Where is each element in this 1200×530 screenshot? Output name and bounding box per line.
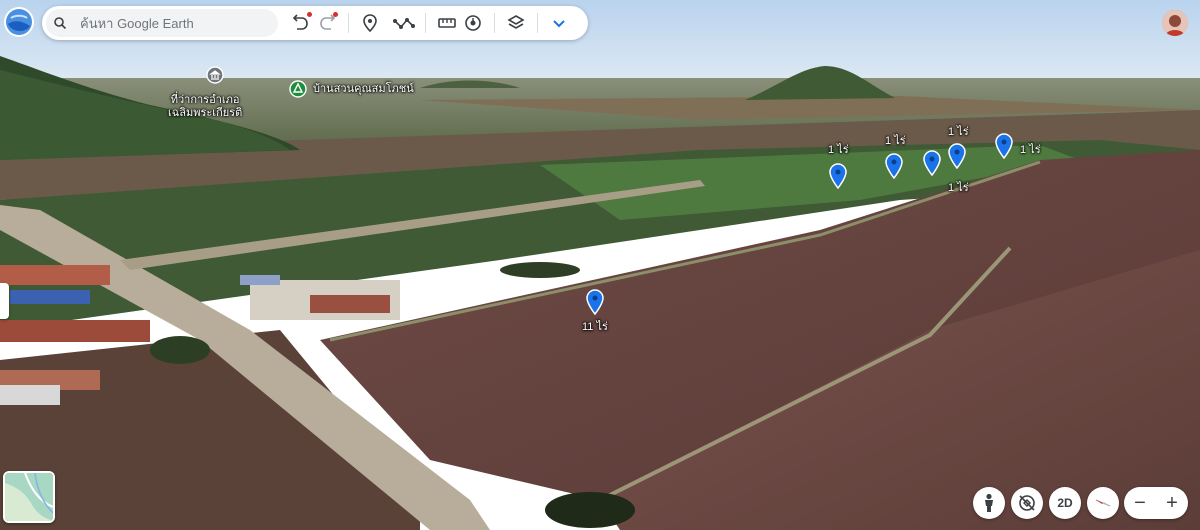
layers-icon[interactable] [503,10,529,36]
placemark-label: 1 ไร่ [885,135,906,147]
zoom-out-button[interactable]: − [1124,487,1156,519]
tilt-reset-icon[interactable] [1011,487,1043,519]
compass-icon[interactable] [1087,487,1119,519]
redo-indicator-dot [333,12,338,17]
placemark-label: 1 ไร่ [948,182,969,194]
place-label-district-office[interactable]: ที่ว่าการอำเภอ เฉลิมพระเกียรติ [168,94,242,120]
minimap[interactable] [3,471,55,523]
undo-icon[interactable] [288,10,314,36]
historical-imagery-icon[interactable] [460,10,486,36]
toolbar-divider [425,13,426,33]
toolbar-divider [348,13,349,33]
search-input[interactable] [74,15,270,31]
search-icon[interactable] [46,16,74,30]
google-earth-logo[interactable] [3,6,35,38]
toolbar-divider [537,13,538,33]
placemark-pin[interactable] [586,289,604,315]
undo-indicator-dot [307,12,312,17]
earth-3d-view[interactable] [0,0,1200,530]
placemark-pin[interactable] [995,133,1013,159]
placemark-label: 1 ไร่ [828,144,849,156]
placemark-pin[interactable] [829,163,847,189]
placemark-pin[interactable] [948,143,966,169]
ruler-icon[interactable] [434,10,460,36]
place-label-garden-house[interactable]: บ้านสวนคุณสมโภชน์ [313,83,414,96]
redo-icon[interactable] [314,10,340,36]
placemark-label: 11 ไร่ [582,321,608,333]
zoom-controls: − + [1124,487,1188,519]
top-toolbar [42,6,588,40]
park-icon[interactable] [289,80,307,98]
search-box[interactable] [46,9,278,37]
placemark-pin[interactable] [885,153,903,179]
side-panel-toggle[interactable] [0,283,9,319]
government-building-icon[interactable] [206,66,224,84]
pegman-icon[interactable] [973,487,1005,519]
path-icon[interactable] [391,10,417,36]
placemark-pin[interactable] [923,150,941,176]
zoom-in-button[interactable]: + [1156,487,1188,519]
placemark-label: 1 ไร่ [948,126,969,138]
placemark-icon[interactable] [357,10,383,36]
toolbar-divider [494,13,495,33]
chevron-down-icon[interactable] [546,10,572,36]
avatar[interactable] [1162,10,1188,36]
view-mode-2d-button[interactable]: 2D [1049,487,1081,519]
placemark-label: 1 ไร่ [1020,144,1041,156]
